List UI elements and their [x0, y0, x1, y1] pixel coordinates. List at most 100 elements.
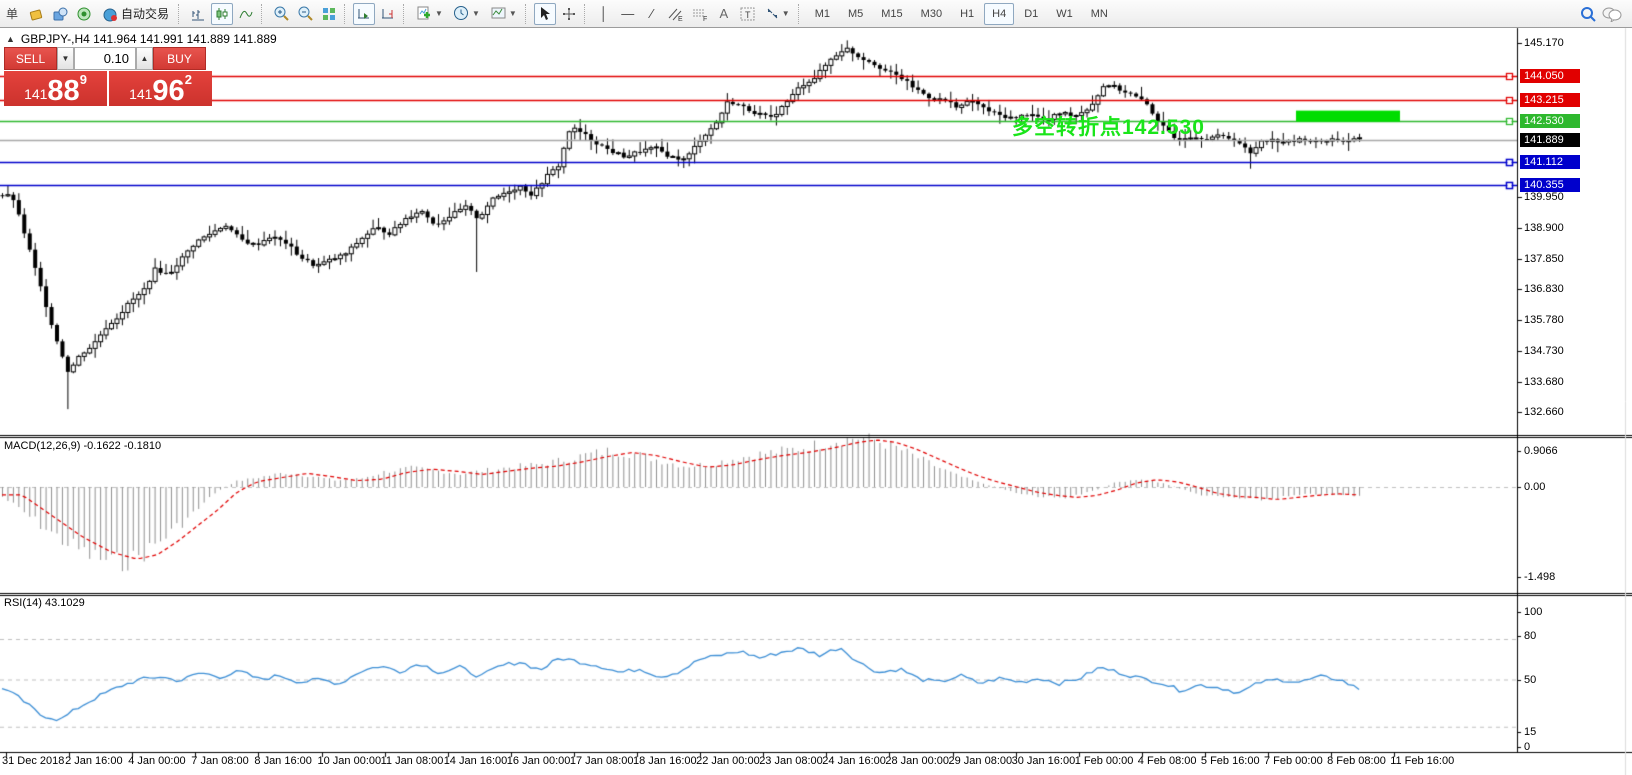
time-axis-label: 18 Jan 16:00 — [633, 755, 697, 767]
time-axis-label: 29 Jan 08:00 — [949, 755, 1013, 767]
bar-chart-icon[interactable] — [187, 3, 209, 25]
timeframe-d1[interactable]: D1 — [1016, 3, 1046, 25]
rsi-label: RSI(14) 43.1029 — [4, 597, 85, 609]
indicators-icon[interactable]: ▼ — [412, 3, 447, 25]
rsi-axis-label: 100 — [1524, 606, 1542, 618]
level-price-badge: 140.355 — [1520, 178, 1580, 192]
time-axis-label: 4 Feb 08:00 — [1138, 755, 1197, 767]
level-price-badge: 144.050 — [1520, 69, 1580, 83]
templates-icon[interactable]: ▼ — [486, 3, 521, 25]
main-toolbar: 单 自动交易 ▼ ▼ ▼ │ — ∕ E F A T ▼ M1M5M15M30H… — [0, 0, 1632, 28]
globe-icon — [102, 6, 118, 22]
candlestick-chart-icon[interactable] — [211, 3, 233, 25]
time-axis-label: 28 Jan 00:00 — [885, 755, 949, 767]
chart-header: ▲ GBPJPY-,H4 141.964 141.991 141.889 141… — [6, 32, 277, 46]
price-tick-label: 145.170 — [1524, 37, 1564, 49]
time-axis-label: 10 Jan 00:00 — [318, 755, 382, 767]
macd-axis-label: 0.00 — [1524, 481, 1545, 493]
buy-price-panel[interactable]: 141 96 2 — [109, 71, 212, 106]
auto-scroll-icon[interactable] — [353, 3, 375, 25]
rsi-axis-label: 15 — [1524, 726, 1536, 738]
time-axis-label: 7 Jan 08:00 — [191, 755, 249, 767]
level-price-badge: 143.215 — [1520, 93, 1580, 107]
cursor-icon[interactable] — [534, 3, 556, 25]
time-axis-label: 31 Dec 2018 — [2, 755, 64, 767]
equidistant-channel-icon[interactable]: E — [665, 3, 687, 25]
time-axis-label: 2 Jan 16:00 — [65, 755, 123, 767]
timeframe-m1[interactable]: M1 — [807, 3, 838, 25]
price-tick-label: 133.680 — [1524, 376, 1564, 388]
macd-label: MACD(12,26,9) -0.1622 -0.1810 — [4, 440, 161, 452]
timeframe-m15[interactable]: M15 — [873, 3, 910, 25]
price-tick-label: 135.780 — [1524, 314, 1564, 326]
vertical-line-icon[interactable]: │ — [593, 3, 615, 25]
arrows-icon[interactable]: ▼ — [761, 3, 794, 25]
level-price-badge: 142.530 — [1520, 114, 1580, 128]
time-axis-label: 17 Jan 08:00 — [570, 755, 634, 767]
rsi-axis-label: 0 — [1524, 741, 1530, 753]
time-axis-label: 5 Feb 16:00 — [1201, 755, 1260, 767]
macd-axis-label: -1.498 — [1524, 571, 1555, 583]
fibonacci-icon[interactable]: F — [689, 3, 711, 25]
time-axis-label: 11 Feb 16:00 — [1390, 755, 1454, 767]
pivot-annotation: 多空转折点142.530 — [1012, 111, 1205, 141]
price-tick-label: 138.900 — [1524, 222, 1564, 234]
timeframe-h4[interactable]: H4 — [984, 3, 1014, 25]
search-icon[interactable] — [1577, 3, 1599, 25]
periods-icon[interactable]: ▼ — [449, 3, 484, 25]
timeframe-w1[interactable]: W1 — [1048, 3, 1081, 25]
autotrading-label: 自动交易 — [121, 5, 169, 22]
buy-price-sup: 2 — [185, 72, 192, 87]
market-watch-icon[interactable] — [49, 3, 71, 25]
price-tick-label: 136.830 — [1524, 283, 1564, 295]
macd-axis-label: 0.9066 — [1524, 445, 1558, 457]
time-axis-label: 7 Feb 00:00 — [1264, 755, 1323, 767]
svg-text:T: T — [745, 10, 751, 20]
zoom-in-icon[interactable] — [270, 3, 292, 25]
new-order-button[interactable]: 单 — [1, 3, 23, 25]
collapse-panel-icon[interactable]: ▲ — [6, 34, 15, 44]
time-axis-label: 30 Jan 16:00 — [1012, 755, 1076, 767]
symbol-title: GBPJPY-,H4 141.964 141.991 141.889 141.8… — [21, 32, 277, 46]
timeframe-mn[interactable]: MN — [1083, 3, 1116, 25]
zoom-out-icon[interactable] — [294, 3, 316, 25]
time-axis-label: 8 Jan 16:00 — [254, 755, 312, 767]
buy-button[interactable]: BUY — [153, 47, 206, 70]
volume-down-button[interactable]: ▼ — [57, 47, 74, 70]
timeframe-m5[interactable]: M5 — [840, 3, 871, 25]
horizontal-line-icon[interactable]: — — [617, 3, 639, 25]
buy-price-big: 96 — [152, 78, 184, 104]
time-axis-label: 8 Feb 08:00 — [1327, 755, 1386, 767]
tile-windows-icon[interactable] — [318, 3, 340, 25]
crosshair-icon[interactable] — [558, 3, 580, 25]
text-label-icon[interactable]: T — [737, 3, 759, 25]
rsi-axis-label: 80 — [1524, 630, 1536, 642]
line-chart-icon[interactable] — [235, 3, 257, 25]
signals-icon[interactable] — [73, 3, 95, 25]
charts-icon[interactable] — [25, 3, 47, 25]
buy-price-prefix: 141 — [129, 86, 152, 102]
one-click-trading: SELL ▼ ▲ BUY 141 88 9 141 96 2 — [4, 47, 212, 106]
text-icon[interactable]: A — [713, 3, 735, 25]
time-axis-label: 4 Jan 00:00 — [128, 755, 186, 767]
timeframe-m30[interactable]: M30 — [913, 3, 950, 25]
sell-price-panel[interactable]: 141 88 9 — [4, 71, 107, 106]
sell-price-big: 88 — [47, 78, 79, 104]
price-tick-label: 134.730 — [1524, 345, 1564, 357]
sell-price-prefix: 141 — [24, 86, 47, 102]
chart-canvas[interactable] — [0, 0, 1632, 775]
volume-input[interactable] — [74, 47, 136, 70]
time-axis-label: 14 Jan 16:00 — [444, 755, 508, 767]
autotrading-button[interactable]: 自动交易 — [97, 3, 174, 25]
mt4-window: { "toolbar": { "partial_button": "单", "a… — [0, 0, 1632, 775]
chart-shift-icon[interactable] — [377, 3, 399, 25]
sell-button[interactable]: SELL — [4, 47, 57, 70]
time-axis-label: 23 Jan 08:00 — [759, 755, 823, 767]
trendline-icon[interactable]: ∕ — [641, 3, 663, 25]
chat-icon[interactable] — [1601, 3, 1623, 25]
timeframe-h1[interactable]: H1 — [952, 3, 982, 25]
svg-text:E: E — [678, 16, 683, 22]
volume-up-button[interactable]: ▲ — [136, 47, 153, 70]
price-tick-label: 137.850 — [1524, 253, 1564, 265]
level-price-badge: 141.112 — [1520, 155, 1580, 169]
